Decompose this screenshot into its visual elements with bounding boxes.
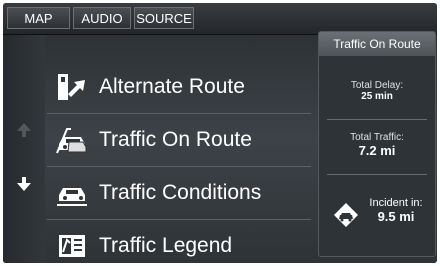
menu-label-traffic-conditions: Traffic Conditions — [99, 181, 262, 204]
traffic-info-panel: Traffic On Route Total Delay: 25 min Tot… — [318, 31, 436, 257]
navigation-screen: MAP AUDIO SOURCE Alternate Route Traffic… — [3, 3, 437, 263]
menu-item-traffic-legend[interactable]: Traffic Legend — [47, 220, 311, 263]
tab-audio[interactable]: AUDIO — [73, 7, 131, 29]
total-delay-value: 25 min — [361, 91, 393, 102]
scroll-down-icon[interactable] — [16, 176, 32, 192]
traffic-legend-icon — [55, 231, 89, 261]
incident-label: Incident in: — [369, 197, 423, 209]
incident-row[interactable]: Incident in: 9.5 mi — [319, 180, 435, 256]
menu-label-alternate-route: Alternate Route — [99, 75, 245, 98]
total-traffic-stat: Total Traffic: 7.2 mi — [319, 132, 435, 158]
alternate-route-icon — [55, 72, 89, 102]
traffic-on-route-icon — [55, 125, 89, 155]
menu-item-alternate-route[interactable]: Alternate Route — [47, 61, 311, 113]
incident-value: 9.5 mi — [377, 209, 415, 224]
total-traffic-value: 7.2 mi — [358, 143, 396, 158]
panel-title: Traffic On Route — [319, 32, 435, 56]
traffic-conditions-icon — [55, 178, 89, 208]
menu-item-traffic-on-route[interactable]: Traffic On Route — [47, 114, 311, 166]
incident-icon — [334, 203, 358, 227]
total-delay-label: Total Delay: — [350, 80, 404, 91]
menu-label-traffic-on-route: Traffic On Route — [99, 128, 252, 151]
scroll-bar[interactable] — [3, 35, 45, 263]
menu-item-traffic-conditions[interactable]: Traffic Conditions — [47, 167, 311, 219]
scroll-up-icon[interactable] — [16, 122, 32, 138]
menu-label-traffic-legend: Traffic Legend — [99, 234, 233, 257]
tab-map[interactable]: MAP — [7, 7, 70, 29]
panel-divider — [327, 174, 427, 175]
tab-source[interactable]: SOURCE — [134, 7, 194, 29]
total-traffic-label: Total Traffic: — [350, 132, 404, 143]
panel-divider — [327, 119, 427, 120]
total-delay-stat: Total Delay: 25 min — [319, 80, 435, 102]
